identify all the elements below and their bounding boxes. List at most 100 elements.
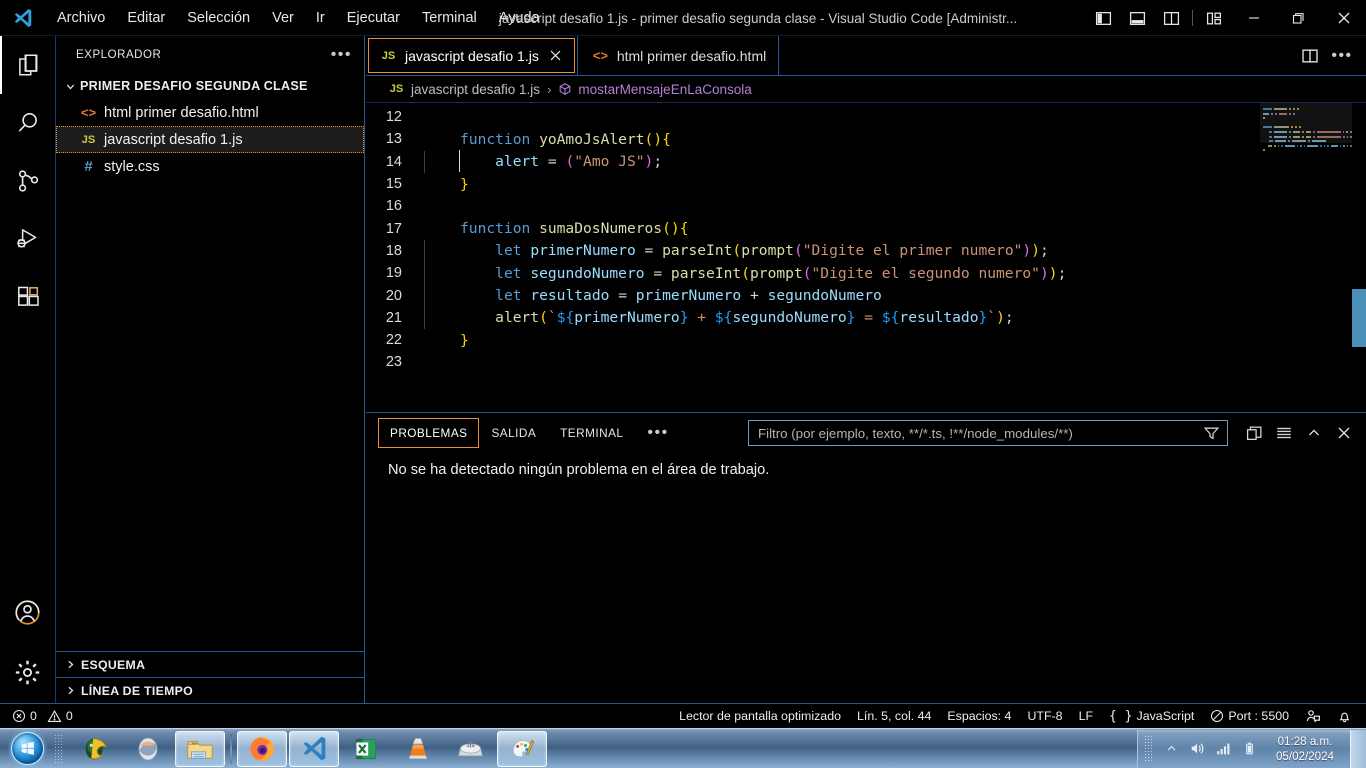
search-input[interactable] bbox=[758, 425, 1197, 441]
taskbar-item-paint[interactable] bbox=[497, 730, 547, 767]
more-actions-icon[interactable]: ••• bbox=[1328, 42, 1356, 70]
code-line[interactable]: 20 let resultado = primerNumero + segund… bbox=[366, 284, 1366, 307]
file-row-html[interactable]: <> html primer desafio.html bbox=[56, 99, 364, 126]
menu-ver[interactable]: Ver bbox=[261, 5, 305, 31]
tray-grip bbox=[1144, 734, 1152, 763]
menu-archivo[interactable]: Archivo bbox=[46, 5, 116, 31]
sidebar-item-search[interactable] bbox=[0, 94, 56, 152]
folder-row-root[interactable]: PRIMER DESAFIO SEGUNDA CLASE bbox=[56, 73, 364, 99]
sidebar-item-source-control[interactable] bbox=[0, 152, 56, 210]
sidebar-item-accounts[interactable] bbox=[0, 583, 56, 641]
taskbar-item-vscode[interactable] bbox=[289, 730, 339, 767]
file-row-css[interactable]: # style.css bbox=[56, 153, 364, 180]
sidebar-item-run-and-debug[interactable] bbox=[0, 210, 56, 268]
tab-html-primer-desafio-html[interactable]: <> html primer desafio.html bbox=[578, 36, 780, 75]
editor-tabs: JS javascript desafio 1.js <> html prime… bbox=[366, 36, 1366, 76]
sidebar-section-linea-de-tiempo[interactable]: LÍNEA DE TIEMPO bbox=[56, 677, 364, 703]
panel-more-tabs-icon[interactable]: ••• bbox=[635, 425, 680, 441]
taskbar-item-usb[interactable] bbox=[445, 731, 495, 767]
breadcrumb-file-label: javascript desafio 1.js bbox=[411, 81, 541, 97]
show-hidden-icons[interactable] bbox=[1158, 730, 1184, 768]
minimize-button[interactable] bbox=[1231, 0, 1276, 36]
language-mode-status[interactable]: { } JavaScript bbox=[1101, 704, 1202, 728]
sidebar-more-actions-icon[interactable]: ••• bbox=[331, 46, 352, 62]
taskbar-item-winrar[interactable] bbox=[71, 731, 121, 767]
file-row-js[interactable]: JS javascript desafio 1.js bbox=[56, 126, 364, 153]
toggle-panel-icon[interactable] bbox=[1120, 0, 1154, 36]
sidebar-item-extensions[interactable] bbox=[0, 268, 56, 326]
code-line[interactable]: 13 function yoAmoJsAlert(){ bbox=[366, 128, 1366, 150]
filter-icon[interactable] bbox=[1203, 425, 1220, 442]
code-line[interactable]: 12 bbox=[366, 106, 1366, 128]
code-lines: 12 13 function yoAmoJsAlert(){14 alert = (… bbox=[366, 106, 1366, 374]
bell-icon[interactable] bbox=[1329, 704, 1360, 728]
close-icon[interactable] bbox=[547, 47, 565, 65]
scrollbar-thumb[interactable] bbox=[1352, 289, 1366, 347]
sidebar-item-explorer[interactable] bbox=[0, 36, 56, 94]
show-desktop-button[interactable] bbox=[1350, 729, 1366, 768]
menu-editar[interactable]: Editar bbox=[116, 5, 176, 31]
split-editor-icon[interactable] bbox=[1296, 42, 1324, 70]
minimap-slider[interactable] bbox=[1260, 103, 1352, 143]
code-line[interactable]: 22} bbox=[366, 329, 1366, 351]
sidebar-section-esquema[interactable]: ESQUEMA bbox=[56, 651, 364, 677]
code-line[interactable]: 15} bbox=[366, 173, 1366, 195]
eol-status[interactable]: LF bbox=[1071, 704, 1101, 728]
status-badge-problems[interactable]: 0 0 bbox=[10, 704, 81, 728]
tab-salida[interactable]: SALIDA bbox=[479, 418, 548, 448]
code-line[interactable]: 14 alert = ("Amo JS"); bbox=[366, 150, 1366, 173]
maximize-button[interactable] bbox=[1276, 0, 1321, 36]
taskbar-item-vlc[interactable] bbox=[393, 731, 443, 767]
cursor-position-status[interactable]: Lín. 5, col. 44 bbox=[849, 704, 939, 728]
chevron-down-icon bbox=[62, 78, 78, 94]
toggle-primary-sidebar-icon[interactable] bbox=[1086, 0, 1120, 36]
problems-filter[interactable] bbox=[748, 420, 1228, 446]
language-mode-label: JavaScript bbox=[1136, 709, 1195, 723]
start-button[interactable] bbox=[0, 730, 54, 768]
live-server-status[interactable]: Port : 5500 bbox=[1202, 704, 1297, 728]
clock[interactable]: 01:28 a.m. 05/02/2024 bbox=[1262, 734, 1348, 764]
close-panel-icon[interactable] bbox=[1330, 419, 1358, 447]
tab-problemas[interactable]: PROBLEMAS bbox=[378, 418, 480, 448]
code-text: let segundoNumero = parseInt(prompt("Dig… bbox=[495, 264, 1067, 282]
menu-ayuda[interactable]: Ayuda bbox=[488, 5, 551, 31]
minimap[interactable] bbox=[1260, 103, 1352, 412]
menu-bar: Archivo Editar Selección Ver Ir Ejecutar… bbox=[46, 5, 551, 31]
split-panel-icon[interactable] bbox=[1240, 419, 1268, 447]
breadcrumb-file[interactable]: JS javascript desafio 1.js bbox=[388, 82, 540, 97]
view-as-list-icon[interactable] bbox=[1270, 419, 1298, 447]
code-line[interactable]: 18 let primerNumero = parseInt(prompt("D… bbox=[366, 239, 1366, 263]
encoding-status[interactable]: UTF-8 bbox=[1019, 704, 1070, 728]
code-line[interactable]: 19 let segundoNumero = parseInt(prompt("… bbox=[366, 262, 1366, 285]
code-line[interactable]: 17 function sumaDosNumeros(){ bbox=[366, 217, 1366, 239]
tab-terminal[interactable]: TERMINAL bbox=[548, 418, 635, 448]
battery-icon[interactable] bbox=[1236, 730, 1262, 768]
close-button[interactable] bbox=[1321, 0, 1366, 36]
taskbar-item-explorer[interactable] bbox=[175, 730, 225, 767]
editor-scrollbar[interactable] bbox=[1352, 103, 1366, 412]
feedback-icon[interactable] bbox=[1297, 704, 1329, 728]
taskbar-item-firefox[interactable] bbox=[237, 730, 287, 767]
code-editor[interactable]: 12 13 function yoAmoJsAlert(){14 alert = (… bbox=[366, 103, 1366, 412]
menu-ejecutar[interactable]: Ejecutar bbox=[336, 5, 411, 31]
signal-bars-icon[interactable] bbox=[1210, 730, 1236, 768]
menu-seleccion[interactable]: Selección bbox=[176, 5, 261, 31]
taskbar-item-media[interactable] bbox=[123, 731, 173, 767]
customize-layout-icon[interactable] bbox=[1197, 0, 1231, 36]
tab-javascript-desafio-1-js[interactable]: JS javascript desafio 1.js bbox=[366, 36, 578, 75]
warning-count: 0 bbox=[65, 709, 73, 723]
tab-label: SALIDA bbox=[491, 426, 537, 440]
gear-icon[interactable] bbox=[0, 641, 56, 703]
code-line[interactable]: 23 bbox=[366, 351, 1366, 373]
toggle-secondary-sidebar-icon[interactable] bbox=[1154, 0, 1188, 36]
indentation-status[interactable]: Espacios: 4 bbox=[939, 704, 1019, 728]
code-line[interactable]: 16 bbox=[366, 195, 1366, 217]
code-line[interactable]: 21 alert(`${primerNumero} + ${segundoNum… bbox=[366, 306, 1366, 329]
breadcrumb-symbol[interactable]: mostarMensajeEnLaConsola bbox=[558, 82, 752, 97]
taskbar-item-excel[interactable] bbox=[341, 731, 391, 767]
collapse-panel-icon[interactable] bbox=[1300, 419, 1328, 447]
menu-ir[interactable]: Ir bbox=[305, 5, 336, 31]
menu-terminal[interactable]: Terminal bbox=[411, 5, 488, 31]
screen-reader-status[interactable]: Lector de pantalla optimizado bbox=[671, 704, 849, 728]
speaker-icon[interactable] bbox=[1184, 730, 1210, 768]
